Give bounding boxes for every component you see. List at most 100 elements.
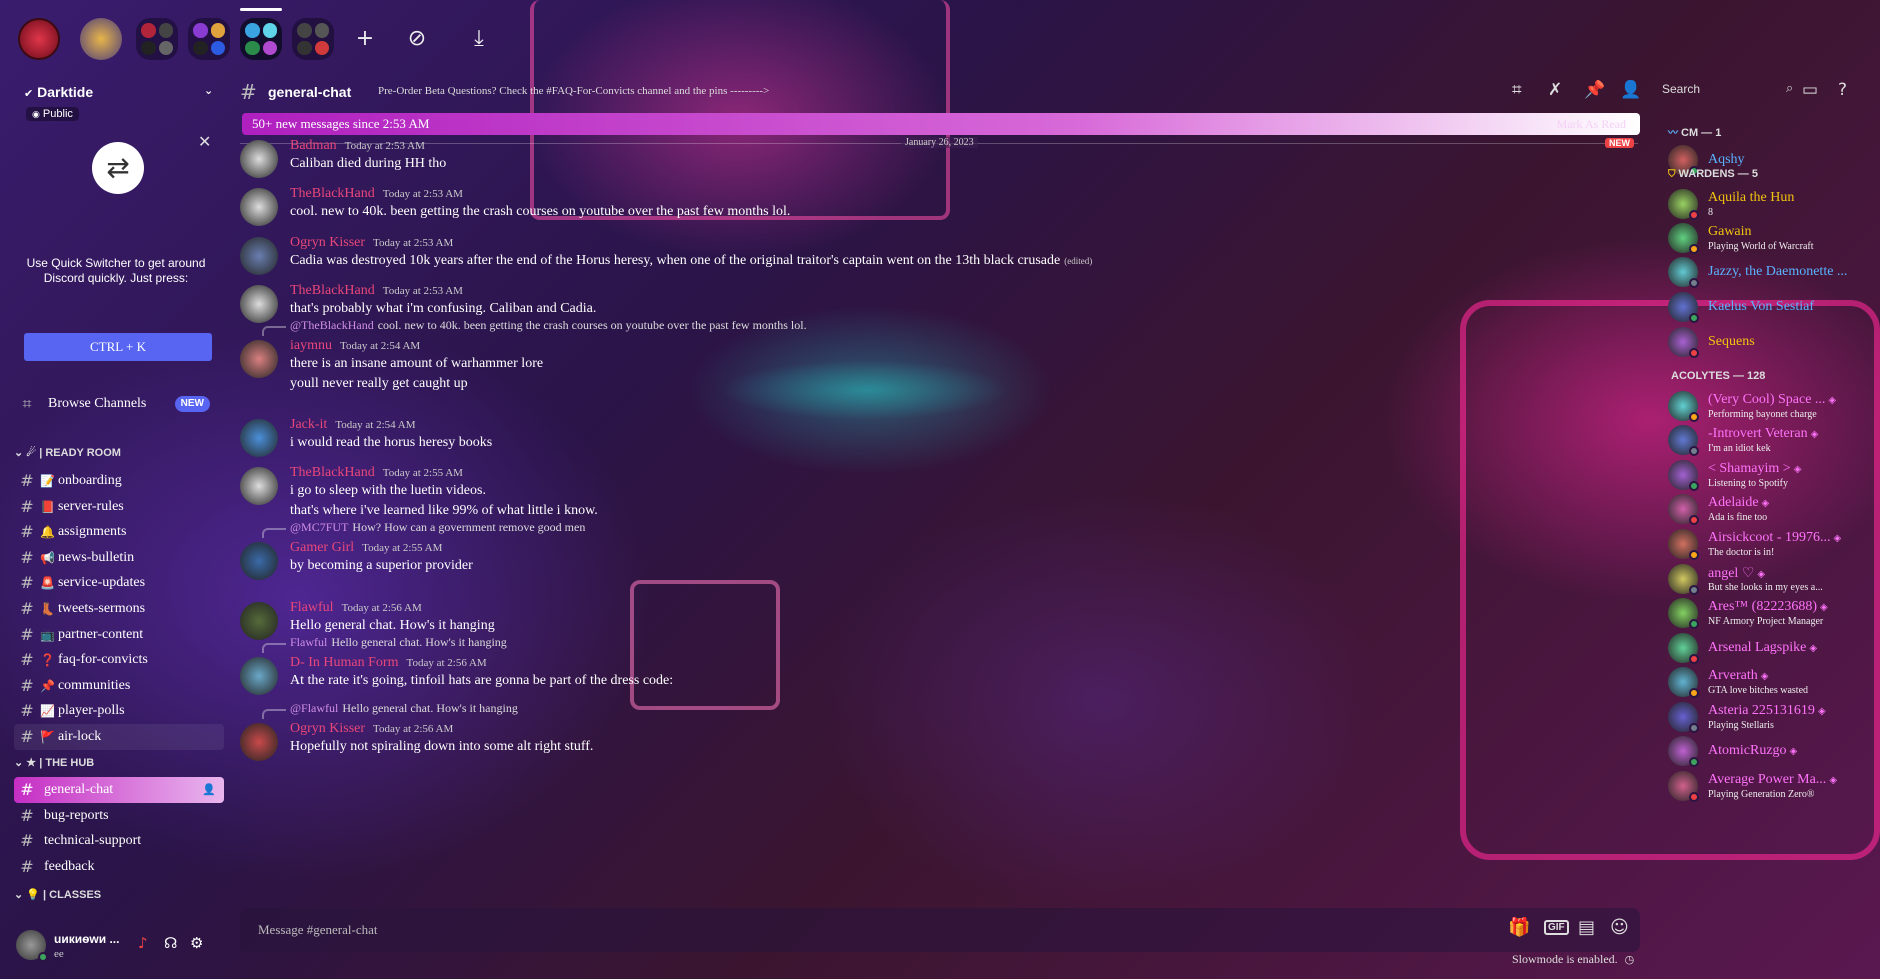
server-folder[interactable]	[240, 18, 282, 60]
member-item[interactable]: Sequens	[1668, 324, 1858, 360]
member-item[interactable]: Aquila the Hun 8	[1668, 186, 1858, 222]
member-item[interactable]: Asteria 225131619 ◈ Playing Stellaris	[1668, 699, 1858, 735]
message-author[interactable]: Ogryn Kisser Today at 2:56 AM	[290, 721, 453, 737]
message-author[interactable]: Jack-it Today at 2:54 AM	[290, 417, 416, 433]
message[interactable]: @MC7FUT How? How can a government remove …	[240, 520, 1640, 594]
member-item[interactable]: angel ♡ ◈ But she looks in my eyes a...	[1668, 561, 1858, 597]
member-item[interactable]: -Introvert Veteran ◈ I'm an idiot kek	[1668, 422, 1858, 458]
message-input[interactable]: Message #general-chat	[258, 918, 1258, 942]
member-item[interactable]: Jazzy, the Daemonette ...	[1668, 254, 1858, 290]
reply-preview[interactable]: @Flawful Hello general chat. How's it han…	[290, 701, 518, 716]
channel-server-rules[interactable]: # 📕 server-rules	[14, 494, 224, 520]
channel-bug-reports[interactable]: # bug-reports	[14, 803, 224, 829]
message[interactable]: @Flawful Hello general chat. How's it han…	[240, 701, 1640, 775]
help-icon[interactable]: ?	[1838, 80, 1847, 100]
member-item[interactable]: Average Power Ma... ◈ Playing Generation Z…	[1668, 768, 1858, 804]
sticker-icon[interactable]: ▤	[1578, 917, 1595, 938]
message[interactable]: @TheBlackHand cool. new to 40k. been gett…	[240, 318, 1640, 392]
channel-communities[interactable]: # 📌 communities	[14, 673, 224, 699]
channel-onboarding[interactable]: # 📝 onboarding	[14, 468, 224, 494]
channel-general-chat[interactable]: # general-chat 👤	[14, 777, 224, 803]
channel-topic[interactable]: Pre-Order Beta Questions? Check the #FAQ…	[378, 85, 769, 97]
gif-icon[interactable]: GIF	[1544, 920, 1569, 935]
search-input[interactable]: Search ⌕	[1658, 79, 1808, 103]
message-author[interactable]: TheBlackHand Today at 2:55 AM	[290, 465, 463, 481]
avatar[interactable]	[240, 467, 278, 505]
compass-icon[interactable]: ⊘	[400, 22, 434, 56]
mark-as-read-button[interactable]: Mark As Read	[1557, 113, 1626, 135]
message-author[interactable]: Ogryn Kisser Today at 2:53 AM	[290, 235, 453, 251]
category-the-hub[interactable]: ⌄ ★ | THE HUB	[14, 756, 94, 769]
message[interactable]: Flawful Hello general chat. How's it hang…	[240, 635, 1640, 709]
close-icon[interactable]: ✕	[198, 132, 211, 151]
message-author[interactable]: D- In Human Form Today at 2:56 AM	[290, 655, 487, 671]
channel-technical-support[interactable]: # technical-support	[14, 828, 224, 854]
avatar[interactable]	[240, 340, 278, 378]
server-folder[interactable]	[136, 18, 178, 60]
channel-partner-content[interactable]: # 📺 partner-content	[14, 622, 224, 648]
avatar[interactable]	[240, 723, 278, 761]
member-item[interactable]: AtomicRuzgo ◈	[1668, 733, 1858, 769]
author-name: Badman	[290, 138, 337, 153]
category-classes[interactable]: ⌄ 💡 | CLASSES	[14, 888, 101, 901]
browse-channels[interactable]: ⌗ Browse Channels NEW	[14, 391, 224, 417]
notification-bell-icon[interactable]: ✗	[1548, 80, 1562, 100]
member-item[interactable]: Ares™ (82223688) ◈ NF Armory Project Manag…	[1668, 595, 1858, 631]
avatar[interactable]	[240, 237, 278, 275]
channel-assignments[interactable]: # 🔔 assignments	[14, 519, 224, 545]
member-item[interactable]: Airsickcoot - 19976... ◈ The doctor is in!	[1668, 526, 1858, 562]
inbox-icon[interactable]: ▭	[1802, 80, 1818, 100]
channel-player-polls[interactable]: # 📈 player-polls	[14, 698, 224, 724]
server-folder[interactable]	[292, 18, 334, 60]
channel-tweets-sermons[interactable]: # 👢 tweets-sermons	[14, 596, 224, 622]
reply-preview[interactable]: @MC7FUT How? How can a government remove …	[290, 520, 585, 535]
gift-icon[interactable]: 🎁	[1508, 917, 1530, 938]
quick-switcher-button[interactable]: CTRL + K	[24, 333, 212, 361]
avatar[interactable]	[240, 140, 278, 178]
member-item[interactable]: Adelaide ◈ Ada is fine too	[1668, 491, 1858, 527]
message-author[interactable]: Badman Today at 2:53 AM	[290, 138, 425, 154]
new-messages-banner[interactable]: 50+ new messages since 2:53 AM Mark As R…	[242, 113, 1640, 135]
message-author[interactable]: Flawful Today at 2:56 AM	[290, 600, 422, 616]
avatar[interactable]	[240, 602, 278, 640]
member-item[interactable]: < Shamayim > ◈ Listening to Spotify	[1668, 457, 1858, 493]
channel-air-lock[interactable]: # 🚩 air-lock	[14, 724, 224, 750]
channel-faq-for-convicts[interactable]: # ❓ faq-for-convicts	[14, 647, 224, 673]
invite-icon[interactable]: 👤	[202, 777, 216, 803]
message-author[interactable]: TheBlackHand Today at 2:53 AM	[290, 186, 463, 202]
message[interactable]: TheBlackHand Today at 2:55 AM i go to slee…	[240, 465, 1640, 525]
emoji-icon[interactable]: ☺	[1610, 917, 1629, 938]
avatar[interactable]	[240, 657, 278, 695]
reply-preview[interactable]: @TheBlackHand cool. new to 40k. been gett…	[290, 318, 807, 333]
member-item[interactable]: (Very Cool) Space ... ◈ Performing bayonet…	[1668, 388, 1858, 424]
headphones-icon[interactable]: ☊	[164, 934, 177, 952]
threads-icon[interactable]: ⌗	[1512, 80, 1522, 100]
avatar[interactable]	[240, 188, 278, 226]
guild-header[interactable]: ✔ Darktide ⌄	[24, 84, 224, 100]
mute-icon[interactable]: ♪	[138, 934, 148, 952]
server-icon[interactable]	[18, 18, 60, 60]
avatar[interactable]	[240, 542, 278, 580]
channel-news-bulletin[interactable]: # 📢 news-bulletin	[14, 545, 224, 571]
message-author[interactable]: TheBlackHand Today at 2:53 AM	[290, 283, 463, 299]
reply-preview[interactable]: Flawful Hello general chat. How's it hang…	[290, 635, 507, 650]
channel-service-updates[interactable]: # 🚨 service-updates	[14, 570, 224, 596]
members-icon[interactable]: 👤	[1620, 80, 1641, 100]
pin-icon[interactable]: 📌	[1584, 80, 1605, 100]
gear-icon[interactable]: ⚙	[190, 934, 203, 952]
member-item[interactable]: Arverath ◈ GTA love bitches wasted	[1668, 664, 1858, 700]
member-item[interactable]: Kaelus Von Sestiaf	[1668, 289, 1858, 325]
member-item[interactable]: Gawain Playing World of Warcraft	[1668, 220, 1858, 256]
member-activity: Ada is fine too	[1708, 512, 1768, 523]
message-author[interactable]: Gamer Girl Today at 2:55 AM	[290, 540, 442, 556]
add-server-button[interactable]: +	[348, 22, 382, 56]
avatar[interactable]	[240, 285, 278, 323]
server-icon[interactable]	[80, 18, 122, 60]
category-ready-room[interactable]: ⌄ ☄ | READY ROOM	[14, 446, 121, 459]
avatar[interactable]	[240, 419, 278, 457]
member-item[interactable]: Arsenal Lagspike ◈	[1668, 630, 1858, 666]
download-icon[interactable]: ⤓	[462, 22, 496, 56]
channel-feedback[interactable]: # feedback	[14, 854, 224, 880]
message-author[interactable]: iaymnu Today at 2:54 AM	[290, 338, 420, 354]
server-folder[interactable]	[188, 18, 230, 60]
